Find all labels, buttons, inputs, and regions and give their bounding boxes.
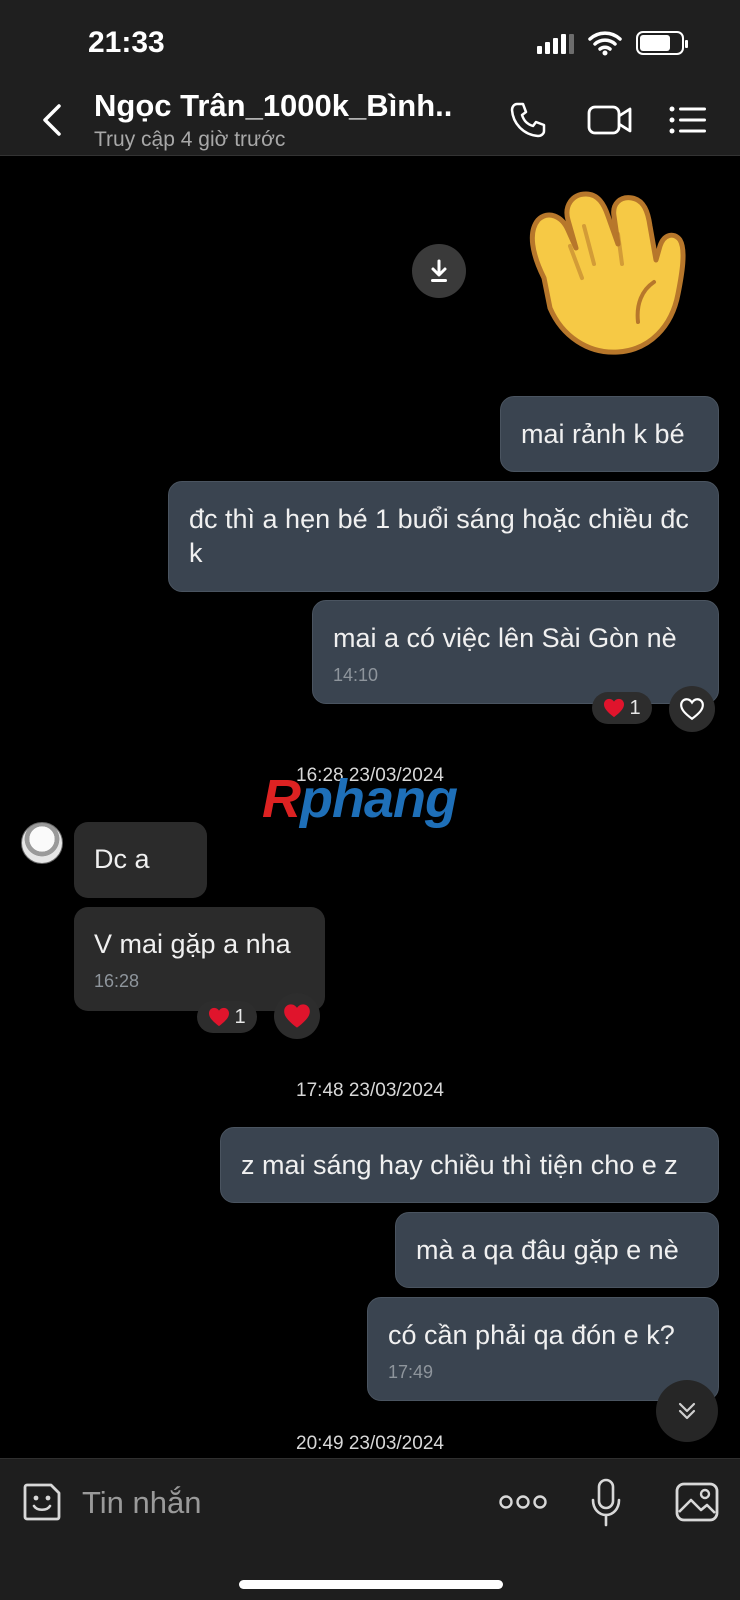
heart-icon — [604, 698, 625, 718]
message-time: 17:49 — [388, 1362, 434, 1382]
react-button[interactable] — [274, 993, 320, 1039]
contact-last-seen: Truy cập 4 giờ trước — [94, 128, 286, 151]
gallery-button[interactable] — [674, 1479, 720, 1525]
signal-icon — [537, 32, 574, 54]
message-text: mai a có việc lên Sài Gòn nè — [333, 623, 677, 653]
waving-hand-sticker[interactable] — [514, 186, 690, 362]
watermark-logo: Rphang — [262, 769, 458, 829]
back-button[interactable] — [32, 98, 72, 142]
more-options-button[interactable] — [498, 1479, 548, 1525]
status-icons — [537, 30, 688, 56]
battery-icon — [636, 31, 688, 55]
wifi-icon — [588, 31, 622, 56]
message-text: mà a qa đâu gặp e nè — [416, 1235, 679, 1265]
list-menu-icon — [669, 106, 706, 134]
contact-name[interactable]: Ngọc Trân_1000k_Bình... — [94, 88, 454, 124]
heart-icon — [209, 1007, 230, 1027]
message-bubble-outgoing[interactable]: đc thì a hẹn bé 1 buổi sáng hoặc chiều đ… — [168, 481, 719, 592]
call-button[interactable] — [504, 98, 552, 142]
heart-outline-icon — [680, 698, 704, 721]
message-bubble-outgoing[interactable]: mai rảnh k bé — [500, 396, 719, 472]
message-time: 16:28 — [94, 971, 140, 991]
message-time: 14:10 — [333, 665, 379, 685]
reaction-summary[interactable]: 1 — [592, 692, 652, 724]
menu-button[interactable] — [664, 98, 712, 142]
message-text: mai rảnh k bé — [521, 419, 685, 449]
message-bubble-incoming[interactable]: Dc a — [74, 822, 207, 898]
react-button[interactable] — [669, 686, 715, 732]
phone-icon — [510, 102, 546, 138]
message-bubble-outgoing[interactable]: mai a có việc lên Sài Gòn nè 14:10 — [312, 600, 719, 704]
message-bubble-outgoing[interactable]: z mai sáng hay chiều thì tiện cho e z — [220, 1127, 719, 1203]
download-icon — [431, 259, 447, 282]
message-input[interactable]: Tin nhắn — [82, 1485, 202, 1521]
download-button[interactable] — [412, 244, 466, 298]
home-indicator — [239, 1580, 503, 1589]
date-separator: 17:48 23/03/2024 — [296, 1080, 444, 1101]
date-separator: 20:49 23/03/2024 — [296, 1433, 444, 1454]
image-gallery-icon — [675, 1482, 719, 1522]
microphone-icon — [591, 1478, 621, 1527]
reaction-count: 1 — [629, 696, 641, 719]
heart-icon — [284, 1004, 310, 1028]
message-text: V mai gặp a nha — [94, 929, 291, 959]
chat-header: Ngọc Trân_1000k_Bình... Truy cập 4 giờ t… — [0, 84, 740, 156]
message-bubble-outgoing[interactable]: mà a qa đâu gặp e nè — [395, 1212, 719, 1288]
voice-message-button[interactable] — [588, 1477, 624, 1529]
message-text: z mai sáng hay chiều thì tiện cho e z — [241, 1150, 678, 1180]
sticker-button[interactable] — [20, 1479, 64, 1525]
video-camera-icon — [587, 105, 632, 135]
more-dots-icon — [499, 1495, 547, 1509]
video-call-button[interactable] — [584, 98, 636, 142]
chevron-left-icon — [43, 104, 61, 136]
message-text: đc thì a hẹn bé 1 buổi sáng hoặc chiều đ… — [189, 504, 689, 568]
avatar[interactable] — [21, 822, 63, 864]
reaction-count: 1 — [234, 1005, 246, 1028]
double-chevron-down-icon — [678, 1402, 696, 1420]
message-text: Dc a — [94, 844, 150, 874]
reaction-summary[interactable]: 1 — [197, 1001, 257, 1033]
status-time: 21:33 — [88, 26, 165, 59]
status-bar: 21:33 — [0, 0, 740, 84]
message-bubble-outgoing[interactable]: có cần phải qa đón e k? 17:49 — [367, 1297, 719, 1401]
smiley-sticker-icon — [23, 1483, 61, 1521]
message-input-bar: Tin nhắn — [0, 1458, 740, 1600]
message-text: có cần phải qa đón e k? — [388, 1320, 675, 1350]
